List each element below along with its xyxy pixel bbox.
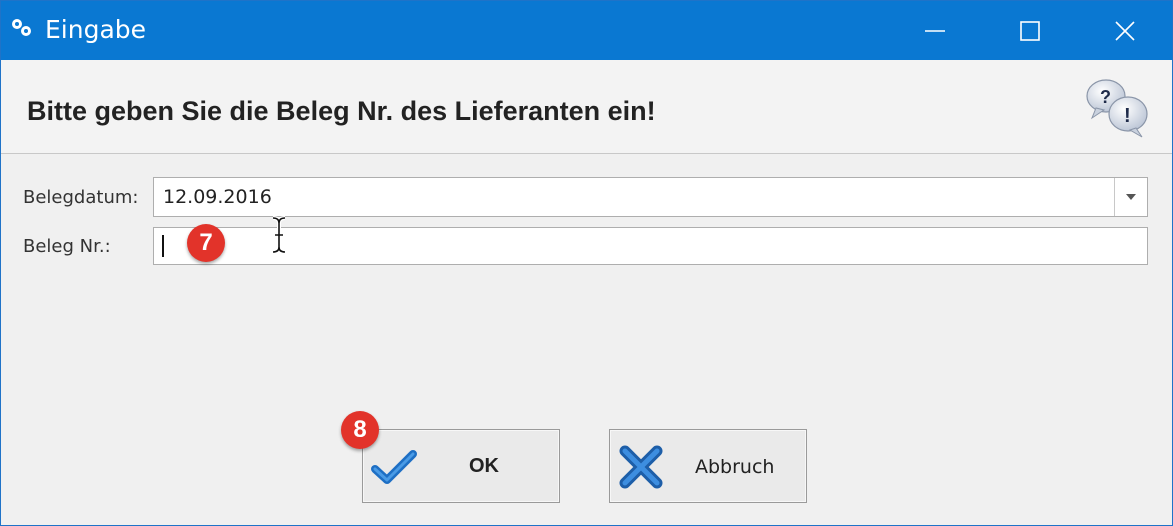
maximize-icon	[1020, 20, 1040, 41]
close-icon	[1115, 20, 1135, 41]
cancel-button-label: Abbruch	[695, 456, 775, 478]
cancel-button[interactable]: Abbruch	[609, 429, 807, 503]
belegdatum-dropdown-button[interactable]	[1114, 178, 1147, 216]
dialog-header: Bitte geben Sie die Beleg Nr. des Liefer…	[1, 60, 1172, 154]
cross-icon	[619, 445, 663, 489]
header-title: Bitte geben Sie die Beleg Nr. des Liefer…	[27, 96, 656, 126]
close-button[interactable]	[1078, 1, 1172, 60]
dialog-window: Eingabe Bitte geben Sie die Beleg Nr. de…	[0, 0, 1173, 526]
help-question-icon: ? !	[1086, 79, 1148, 138]
minimize-icon	[925, 29, 945, 32]
svg-text:?: ?	[1100, 87, 1111, 107]
belegdatum-combobox[interactable]: 12.09.2016	[153, 177, 1148, 217]
checkmark-icon	[371, 450, 417, 484]
app-icon	[12, 19, 31, 36]
ok-button[interactable]: OK	[362, 429, 560, 503]
belegdatum-label: Belegdatum:	[23, 187, 139, 208]
ok-button-label: OK	[469, 455, 499, 477]
step-badge-7: 7	[187, 224, 225, 262]
window-title: Eingabe	[45, 15, 147, 44]
minimize-button[interactable]	[888, 1, 982, 60]
maximize-button[interactable]	[983, 1, 1077, 60]
step-badge-8: 8	[341, 411, 379, 449]
beleg-nr-label: Beleg Nr.:	[23, 236, 111, 257]
beleg-nr-input[interactable]	[153, 227, 1148, 265]
title-bar[interactable]: Eingabe	[1, 1, 1172, 60]
svg-text:!: !	[1124, 105, 1131, 127]
text-caret	[162, 235, 164, 257]
chevron-down-icon	[1126, 194, 1136, 200]
belegdatum-value: 12.09.2016	[163, 186, 272, 208]
ibeam-cursor-icon	[272, 216, 286, 254]
